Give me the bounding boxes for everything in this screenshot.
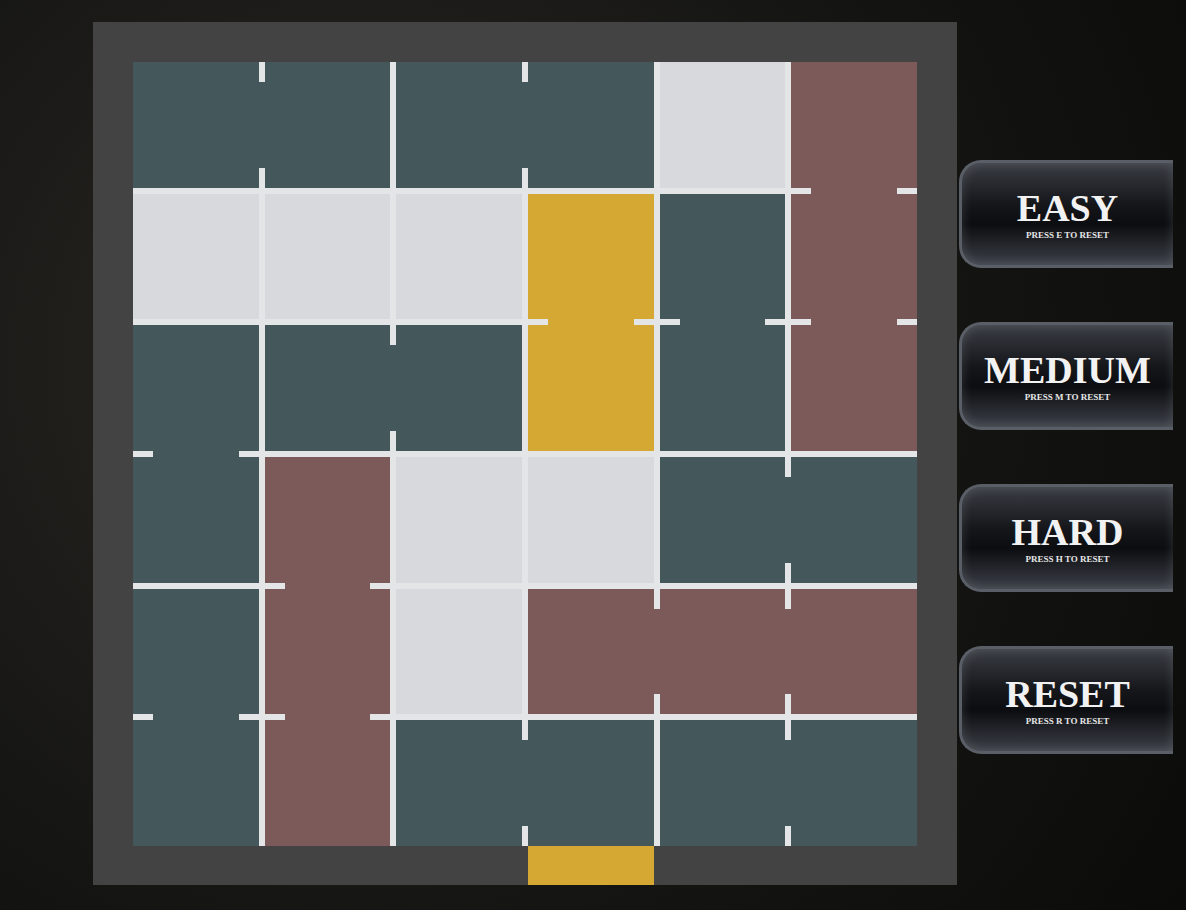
empty-cell [396, 589, 522, 715]
cell-tick [370, 714, 390, 720]
empty-cell [528, 457, 654, 583]
blocker-block[interactable] [265, 325, 522, 451]
cell-tick [133, 714, 153, 720]
cell-tick [634, 319, 654, 325]
empty-cell [396, 457, 522, 583]
blocker-block[interactable] [265, 457, 391, 846]
blocker-block[interactable] [133, 62, 390, 188]
cell-tick [239, 451, 259, 457]
cell-tick [785, 589, 791, 609]
cell-tick [522, 826, 528, 846]
cell-tick [785, 826, 791, 846]
exit-strip [133, 846, 917, 885]
cell-tick [791, 188, 811, 194]
empty-cell [396, 194, 522, 320]
puzzle-board [133, 62, 917, 846]
difficulty-button[interactable]: HARD PRESS H TO RESET [959, 484, 1173, 592]
blocker-block[interactable] [396, 720, 653, 846]
cell-tick [785, 563, 791, 583]
button-column: EASY PRESS E TO RESET MEDIUM PRESS M TO RES… [959, 22, 1173, 910]
button-label: MEDIUM [984, 351, 1151, 389]
blocker-block[interactable] [660, 194, 786, 451]
button-hint: PRESS E TO RESET [1026, 230, 1109, 240]
cell-tick [785, 457, 791, 477]
cell-tick [765, 319, 785, 325]
cell-tick [785, 694, 791, 714]
cell-tick [654, 589, 660, 609]
cell-tick [660, 319, 680, 325]
blocker-block[interactable] [528, 589, 917, 715]
button-label: RESET [1005, 675, 1130, 713]
button-label: HARD [1012, 513, 1124, 551]
exit-gate [528, 846, 654, 885]
difficulty-button[interactable]: RESET PRESS R TO RESET [959, 646, 1173, 754]
cell-tick [791, 319, 811, 325]
blocker-block[interactable] [660, 720, 917, 846]
cell-tick [897, 188, 917, 194]
difficulty-button[interactable]: EASY PRESS E TO RESET [959, 160, 1173, 268]
cell-tick [133, 451, 153, 457]
empty-cell [133, 194, 259, 320]
button-hint: PRESS R TO RESET [1026, 716, 1109, 726]
cell-tick [897, 319, 917, 325]
cell-tick [390, 325, 396, 345]
cell-tick [522, 720, 528, 740]
empty-cell [265, 194, 391, 320]
cell-tick [370, 583, 390, 589]
cell-tick [239, 714, 259, 720]
cell-tick [259, 168, 265, 188]
blocker-block[interactable] [133, 325, 259, 582]
cell-tick [265, 714, 285, 720]
cell-tick [265, 583, 285, 589]
blocker-block[interactable] [396, 62, 653, 188]
cell-tick [259, 62, 265, 82]
empty-cell [660, 62, 786, 188]
cell-tick [522, 62, 528, 82]
cell-tick [390, 431, 396, 451]
cell-tick [522, 168, 528, 188]
cell-tick [528, 319, 548, 325]
button-label: EASY [1017, 189, 1118, 227]
difficulty-button[interactable]: MEDIUM PRESS M TO RESET [959, 322, 1173, 430]
cell-tick [785, 720, 791, 740]
blocker-block[interactable] [660, 457, 917, 583]
cell-tick [654, 694, 660, 714]
button-hint: PRESS M TO RESET [1025, 392, 1110, 402]
blocker-block[interactable] [791, 62, 917, 451]
button-hint: PRESS H TO RESET [1026, 554, 1110, 564]
puzzle-frame [93, 22, 957, 885]
target-block[interactable] [528, 194, 654, 451]
blocker-block[interactable] [133, 589, 259, 846]
